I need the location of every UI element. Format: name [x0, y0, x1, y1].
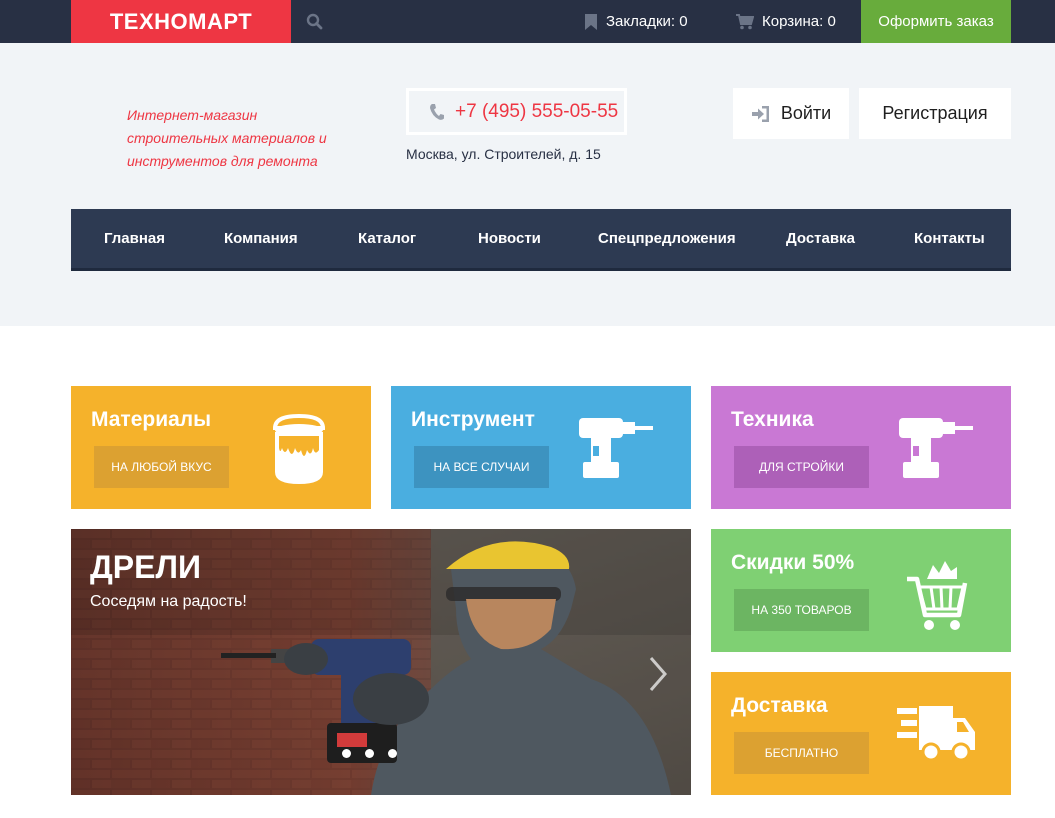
store-tagline: Интернет-магазин строительных материалов…: [127, 104, 327, 173]
drill-icon: [579, 418, 653, 478]
drill-icon: [899, 418, 973, 478]
nav-item-home[interactable]: Главная: [104, 209, 165, 268]
slider-dot[interactable]: [388, 749, 397, 758]
checkout-button[interactable]: Оформить заказ: [861, 0, 1011, 43]
nav-item-news[interactable]: Новости: [478, 209, 541, 268]
slider-dot[interactable]: [342, 749, 351, 758]
bookmarks-link[interactable]: Закладки: 0: [584, 0, 688, 43]
tile-title: Доставка: [731, 694, 828, 717]
slider-title: ДРЕЛИ: [90, 549, 201, 585]
cart-link[interactable]: Корзина: 0: [736, 0, 836, 43]
phone-icon: [430, 103, 444, 120]
nav-item-offers[interactable]: Спецпредложения: [598, 209, 736, 268]
tile-materials[interactable]: Материалы НА ЛЮБОЙ ВКУС: [71, 386, 371, 509]
tile-title: Скидки 50%: [731, 551, 855, 574]
tile-discounts[interactable]: Скидки 50% НА 350 ТОВАРОВ: [711, 529, 1011, 652]
nav-item-contacts[interactable]: Контакты: [914, 209, 985, 268]
tile-button[interactable]: НА 350 ТОВАРОВ: [734, 589, 869, 631]
tagline-line: строительных материалов и: [127, 130, 327, 146]
search-icon[interactable]: [305, 12, 325, 32]
phone-number[interactable]: +7 (495) 555-05-55: [455, 101, 618, 123]
main-nav: Главная Компания Каталог Новости Спецпре…: [71, 209, 1011, 271]
tile-machinery[interactable]: Техника ДЛЯ СТРОЙКИ: [711, 386, 1011, 509]
register-button[interactable]: Регистрация: [859, 88, 1011, 139]
tile-delivery[interactable]: Доставка БЕСПЛАТНО: [711, 672, 1011, 795]
slider-dot[interactable]: [365, 749, 374, 758]
tile-title: Материалы: [91, 408, 212, 431]
tile-title: Техника: [731, 408, 814, 431]
tile-button[interactable]: НА ВСЕ СЛУЧАИ: [414, 446, 549, 488]
promo-slider: ДРЕЛИ Соседям на радость!: [71, 529, 691, 795]
tagline-line: инструментов для ремонта: [127, 153, 318, 169]
nav-item-catalog[interactable]: Каталог: [358, 209, 416, 268]
login-icon: [751, 105, 769, 122]
phone-box: +7 (495) 555-05-55: [406, 88, 627, 135]
nav-item-delivery[interactable]: Доставка: [786, 209, 855, 268]
logo[interactable]: ТЕХНОМАРТ: [71, 0, 291, 47]
bookmark-icon: [585, 13, 597, 30]
truck-icon: [897, 706, 975, 762]
bookmarks-label: Закладки: 0: [606, 13, 688, 30]
tile-tools[interactable]: Инструмент НА ВСЕ СЛУЧАИ: [391, 386, 691, 509]
chevron-right-icon[interactable]: [647, 654, 669, 694]
header-area: [0, 43, 1055, 326]
cart-icon: [736, 13, 754, 29]
login-button[interactable]: Войти: [733, 88, 849, 139]
tile-button[interactable]: ДЛЯ СТРОЙКИ: [734, 446, 869, 488]
tile-title: Инструмент: [411, 408, 535, 431]
tile-button[interactable]: БЕСПЛАТНО: [734, 732, 869, 774]
login-label: Войти: [780, 103, 832, 123]
tagline-line: Интернет-магазин: [127, 107, 258, 123]
tile-button[interactable]: НА ЛЮБОЙ ВКУС: [94, 446, 229, 488]
cart-label: Корзина: 0: [762, 13, 836, 30]
cart-icon: [907, 561, 968, 630]
nav-item-company[interactable]: Компания: [224, 209, 298, 268]
slider-subtitle: Соседям на радость!: [90, 593, 247, 610]
store-address: Москва, ул. Строителей, д. 15: [406, 146, 601, 162]
paint-bucket-icon: [272, 414, 326, 484]
